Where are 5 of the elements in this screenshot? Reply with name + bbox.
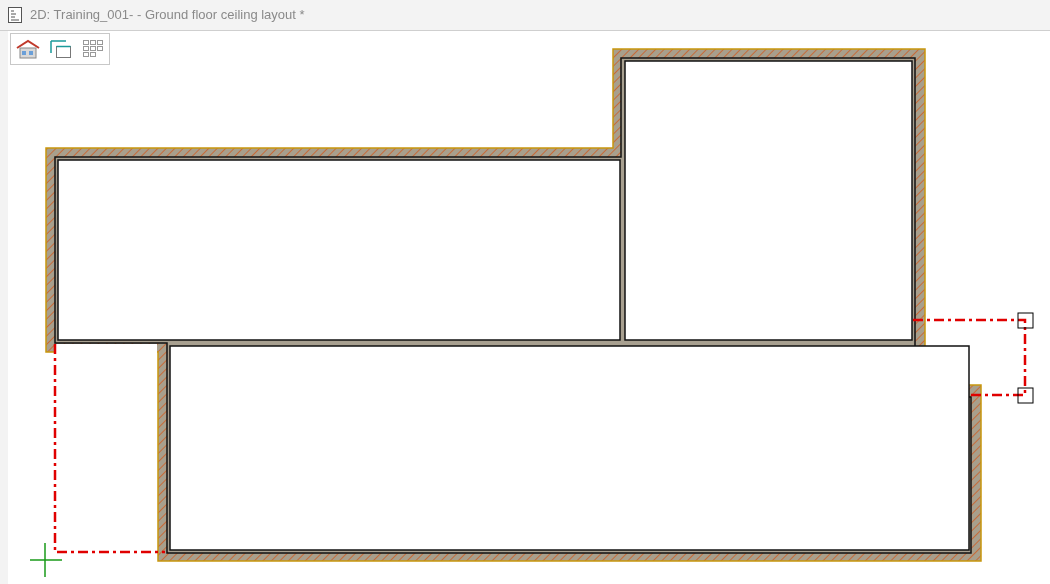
grid-icon[interactable] <box>81 38 105 60</box>
windows-icon[interactable] <box>49 38 73 60</box>
window-title: 2D: Training_001- - Ground floor ceiling layout * <box>30 6 305 25</box>
document-icon <box>8 7 22 23</box>
house-icon[interactable] <box>15 38 41 60</box>
